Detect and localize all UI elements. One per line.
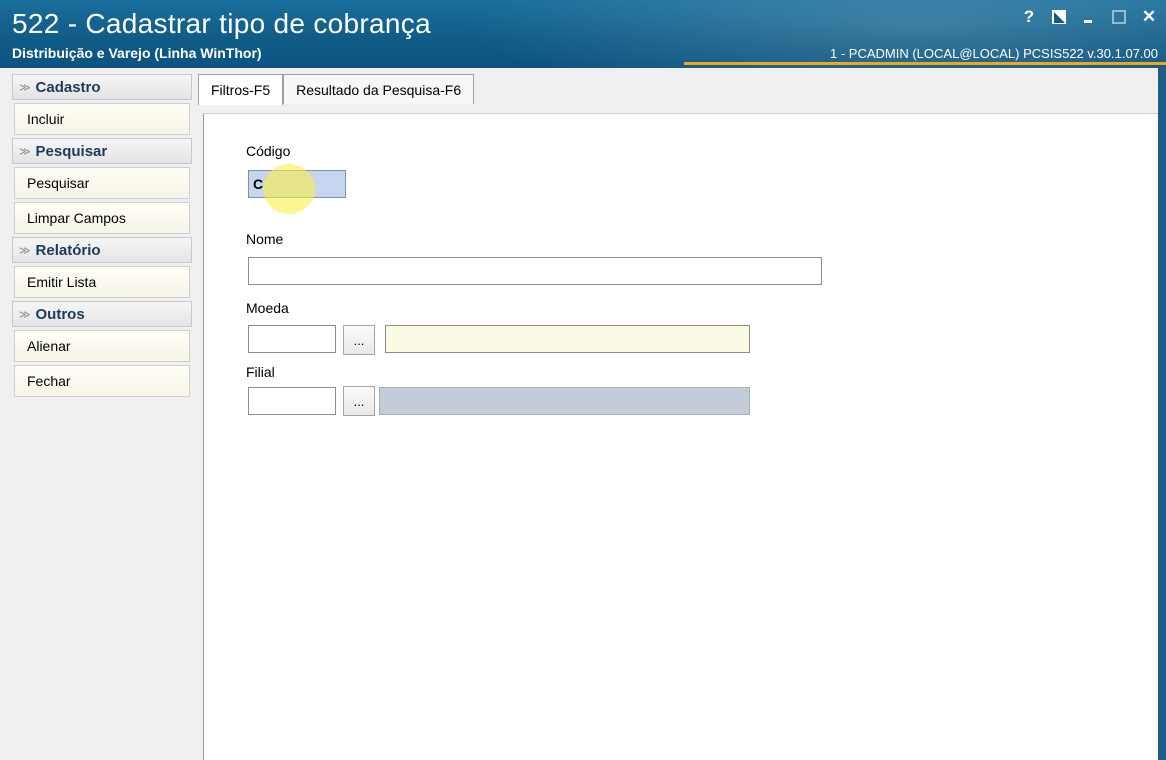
filial-browse-button[interactable]: ... <box>343 386 375 416</box>
minimize-icon[interactable] <box>1080 8 1098 26</box>
chevron-collapse-icon: ≫ <box>19 81 31 94</box>
window-controls: ? ✕ <box>1020 8 1158 26</box>
incluir-button[interactable]: Incluir <box>14 103 190 135</box>
cursor-highlight <box>263 164 315 214</box>
sidebar-group-relatorio[interactable]: ≫ Relatório <box>12 237 192 263</box>
codigo-label: Código <box>246 143 291 159</box>
tab-resultado-pesquisa[interactable]: Resultado da Pesquisa-F6 <box>283 74 475 104</box>
emitir-lista-button[interactable]: Emitir Lista <box>14 266 190 298</box>
alienar-button[interactable]: Alienar <box>14 330 190 362</box>
filial-description-field <box>379 387 750 415</box>
window-subtitle: Distribuição e Varejo (Linha WinThor) <box>12 45 262 61</box>
sidebar: ≫ Cadastro Incluir ≫ Pesquisar Pesquisar… <box>12 74 192 400</box>
chevron-collapse-icon: ≫ <box>19 244 31 257</box>
nome-label: Nome <box>246 231 284 247</box>
help-icon[interactable]: ? <box>1020 8 1038 26</box>
sidebar-group-outros[interactable]: ≫ Outros <box>12 301 192 327</box>
sidebar-group-cadastro[interactable]: ≫ Cadastro <box>12 74 192 100</box>
group-label: Outros <box>35 305 85 323</box>
moeda-description-field <box>385 325 750 353</box>
window-title: 522 - Cadastrar tipo de cobrança <box>12 8 431 39</box>
accent-line <box>684 62 1166 65</box>
filters-panel <box>203 113 1166 760</box>
filial-code-input[interactable] <box>248 387 336 415</box>
sidebar-group-pesquisar[interactable]: ≫ Pesquisar <box>12 138 192 164</box>
moeda-label: Moeda <box>246 300 289 316</box>
user-info: 1 - PCADMIN (LOCAL@LOCAL) PCSIS522 v.30.… <box>830 46 1158 61</box>
moeda-code-input[interactable] <box>248 325 336 353</box>
tab-bar: Filtros-F5 Resultado da Pesquisa-F6 <box>198 74 475 105</box>
title-bar: 522 - Cadastrar tipo de cobrança Distrib… <box>0 0 1166 68</box>
moeda-browse-button[interactable]: ... <box>343 325 375 355</box>
pesquisar-button[interactable]: Pesquisar <box>14 167 190 199</box>
group-label: Cadastro <box>35 78 101 96</box>
group-label: Relatório <box>35 241 101 259</box>
tab-filtros[interactable]: Filtros-F5 <box>198 74 284 105</box>
filial-label: Filial <box>246 364 275 380</box>
nome-input[interactable] <box>248 257 822 285</box>
fechar-button[interactable]: Fechar <box>14 365 190 397</box>
window-edge <box>1158 68 1166 760</box>
close-icon[interactable]: ✕ <box>1140 8 1158 26</box>
maximize-icon[interactable] <box>1112 10 1126 24</box>
chevron-collapse-icon: ≫ <box>19 308 31 321</box>
group-label: Pesquisar <box>35 142 108 160</box>
limpar-campos-button[interactable]: Limpar Campos <box>14 202 190 234</box>
restore-icon[interactable] <box>1052 10 1066 24</box>
chevron-collapse-icon: ≫ <box>19 145 31 158</box>
